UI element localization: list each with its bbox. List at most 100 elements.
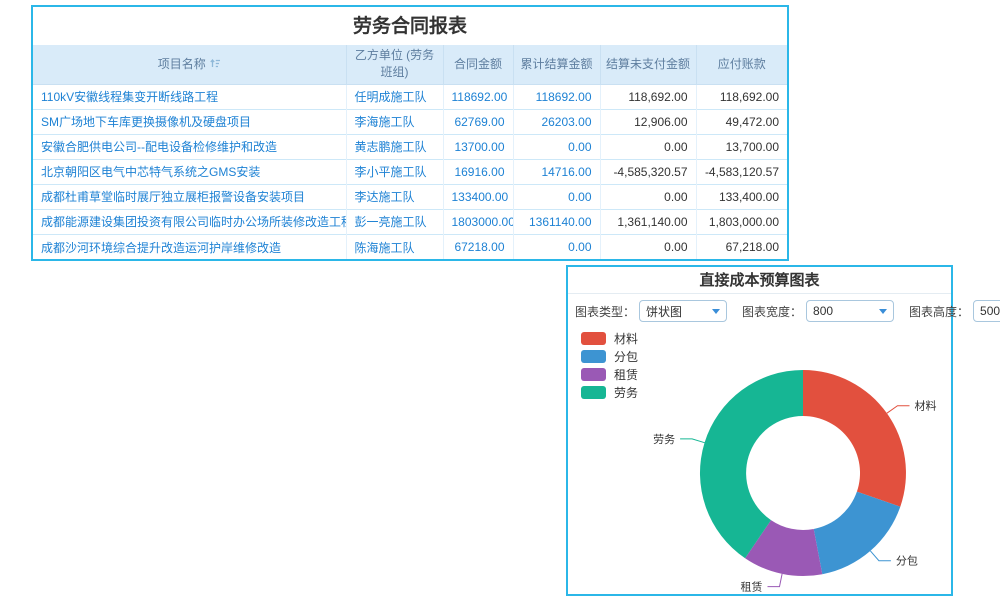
legend-item-0[interactable]: 材料 [581, 329, 638, 347]
cell-col-4: 118,692.00 [600, 84, 696, 109]
project-name-cell: 北京朝阳区电气中芯特气系统之GMS安装 [33, 159, 346, 184]
cell-col-4: 0.00 [600, 234, 696, 259]
report-table: 项目名称 乙方单位 (劳务班组) 合同金额 累计结算金额结算未支付金额 应付账款 110… [33, 45, 787, 259]
cell-col-2: 13700.00 [443, 134, 513, 159]
legend-item-3[interactable]: 劳务 [581, 383, 638, 401]
cell-col-3: 0.00 [513, 184, 600, 209]
pie-label: 租赁 [741, 580, 763, 594]
pie-label: 分包 [896, 555, 918, 568]
column-header-label: 累计结算金额 [520, 57, 592, 71]
legend-label: 租赁 [614, 366, 638, 383]
cell-col-1: 黄志鹏施工队 [346, 134, 443, 159]
project-name-link[interactable]: 北京朝阳区电气中芯特气系统之GMS安装 [41, 165, 260, 179]
cell-col-5: 13,700.00 [696, 134, 787, 159]
legend-swatch [581, 332, 606, 345]
pie-callout-line [680, 439, 705, 443]
project-name-link[interactable]: SM广场地下车库更换摄像机及硬盘项目 [41, 115, 251, 129]
legend-item-2[interactable]: 租赁 [581, 365, 638, 383]
project-name-cell: 成都沙河环境综合提升改造运河护岸维修改造 [33, 234, 346, 259]
pie-slice-材料[interactable] [803, 370, 906, 507]
labor-contract-report-card: 劳务合同报表 项目名称 乙方单位 (劳务班组) 合同金额 累计结算金额结算未支付金额 应… [31, 5, 789, 261]
cell-col-2: 67218.00 [443, 234, 513, 259]
project-name-link[interactable]: 110kV安徽线程集变开断线路工程 [41, 90, 218, 104]
cell-col-1: 李达施工队 [346, 184, 443, 209]
cell-col-5: -4,583,120.57 [696, 159, 787, 184]
project-name-cell: SM广场地下车库更换摄像机及硬盘项目 [33, 109, 346, 134]
control-select-2[interactable]: 500 [973, 300, 1000, 322]
report-title: 劳务合同报表 [33, 7, 787, 45]
column-header-0[interactable]: 项目名称 [33, 45, 346, 84]
legend-swatch [581, 350, 606, 363]
pie-slice-分包[interactable] [814, 492, 901, 575]
pie-callout-line [887, 406, 910, 414]
cell-col-5: 1,803,000.00 [696, 209, 787, 234]
report-table-header: 项目名称 乙方单位 (劳务班组) 合同金额 累计结算金额结算未支付金额 应付账款 [33, 45, 787, 84]
cell-col-5: 49,472.00 [696, 109, 787, 134]
table-row: 成都能源建设集团投资有限公司临时办公场所装修改造工程EPC彭一亮施工队18030… [33, 209, 787, 234]
table-row: 成都杜甫草堂临时展厅独立展柜报警设备安装项目李达施工队133400.000.00… [33, 184, 787, 209]
pie-label: 材料 [915, 399, 937, 413]
cell-col-2: 118692.00 [443, 84, 513, 109]
cell-col-4: 12,906.00 [600, 109, 696, 134]
pie-label: 劳务 [653, 433, 675, 446]
column-header-3[interactable]: 累计结算金额 [513, 45, 600, 84]
cell-col-1: 李海施工队 [346, 109, 443, 134]
donut-chart: 材料分包租赁劳务 [568, 267, 951, 594]
table-row: 北京朝阳区电气中芯特气系统之GMS安装李小平施工队16916.0014716.0… [33, 159, 787, 184]
chart-legend: 材料分包租赁劳务 [581, 329, 638, 401]
cell-col-1: 李小平施工队 [346, 159, 443, 184]
column-header-label: 合同金额 [454, 57, 502, 71]
header-row: 项目名称 乙方单位 (劳务班组) 合同金额 累计结算金额结算未支付金额 应付账款 [33, 45, 787, 84]
cell-col-1: 彭一亮施工队 [346, 209, 443, 234]
legend-label: 分包 [614, 348, 638, 365]
column-header-label: 乙方单位 (劳务班组) [355, 48, 434, 79]
column-header-1[interactable]: 乙方单位 (劳务班组) [346, 45, 443, 84]
select-value: 500 [980, 304, 1000, 318]
table-row: 安徽合肥供电公司--配电设备检修维护和改造黄志鹏施工队13700.000.000… [33, 134, 787, 159]
table-row: 110kV安徽线程集变开断线路工程任明成施工队118692.00118692.0… [33, 84, 787, 109]
pie-callout-line [870, 551, 891, 561]
cell-col-2: 133400.00 [443, 184, 513, 209]
column-header-2[interactable]: 合同金额 [443, 45, 513, 84]
legend-item-1[interactable]: 分包 [581, 347, 638, 365]
column-header-label: 结算未支付金额 [606, 57, 690, 71]
cell-col-1: 任明成施工队 [346, 84, 443, 109]
cell-col-4: 0.00 [600, 134, 696, 159]
project-name-link[interactable]: 成都杜甫草堂临时展厅独立展柜报警设备安装项目 [41, 190, 305, 204]
project-name-link[interactable]: 成都能源建设集团投资有限公司临时办公场所装修改造工程EPC [41, 215, 346, 229]
legend-label: 材料 [614, 330, 638, 347]
cell-col-5: 133,400.00 [696, 184, 787, 209]
table-row: 成都沙河环境综合提升改造运河护岸维修改造陈海施工队67218.000.000.0… [33, 234, 787, 259]
cell-col-1: 陈海施工队 [346, 234, 443, 259]
column-header-4[interactable]: 结算未支付金额 [600, 45, 696, 84]
cell-col-3: 0.00 [513, 134, 600, 159]
cell-col-2: 62769.00 [443, 109, 513, 134]
legend-swatch [581, 386, 606, 399]
cell-col-5: 118,692.00 [696, 84, 787, 109]
cell-col-4: 1,361,140.00 [600, 209, 696, 234]
project-name-link[interactable]: 安徽合肥供电公司--配电设备检修维护和改造 [41, 140, 277, 154]
cell-col-2: 16916.00 [443, 159, 513, 184]
legend-swatch [581, 368, 606, 381]
project-name-cell: 110kV安徽线程集变开断线路工程 [33, 84, 346, 109]
project-name-cell: 成都杜甫草堂临时展厅独立展柜报警设备安装项目 [33, 184, 346, 209]
cell-col-3: 0.00 [513, 234, 600, 259]
cell-col-3: 26203.00 [513, 109, 600, 134]
cell-col-3: 118692.00 [513, 84, 600, 109]
table-row: SM广场地下车库更换摄像机及硬盘项目 李海施工队62769.0026203.001… [33, 109, 787, 134]
cell-col-2: 1803000.00 [443, 209, 513, 234]
column-header-label: 项目名称 [158, 57, 206, 71]
pie-callout-line [768, 574, 783, 587]
report-table-body: 110kV安徽线程集变开断线路工程任明成施工队118692.00118692.0… [33, 84, 787, 259]
cell-col-4: -4,585,320.57 [600, 159, 696, 184]
column-header-label: 应付账款 [718, 57, 766, 71]
legend-label: 劳务 [614, 384, 638, 401]
sort-icon[interactable] [210, 58, 221, 69]
cell-col-4: 0.00 [600, 184, 696, 209]
cost-budget-chart-panel: 直接成本预算图表 图表类型：饼状图图表宽度：800图表高度：500 材料分包租赁… [566, 265, 953, 596]
project-name-cell: 安徽合肥供电公司--配电设备检修维护和改造 [33, 134, 346, 159]
project-name-cell: 成都能源建设集团投资有限公司临时办公场所装修改造工程EPC [33, 209, 346, 234]
page: { "colors": { "accent_border": "#2bb7e8"… [0, 0, 1000, 600]
project-name-link[interactable]: 成都沙河环境综合提升改造运河护岸维修改造 [41, 241, 281, 255]
column-header-5[interactable]: 应付账款 [696, 45, 787, 84]
